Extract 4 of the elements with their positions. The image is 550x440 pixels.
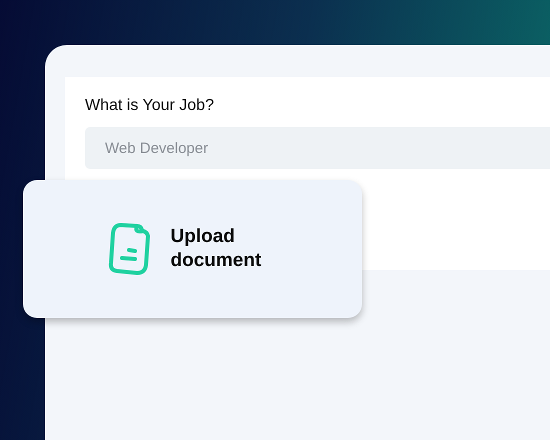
upload-card[interactable]: Upload document bbox=[23, 180, 362, 318]
job-input-field[interactable]: Web Developer bbox=[85, 127, 550, 169]
question-label: What is Your Job? bbox=[85, 97, 215, 115]
upload-label: Upload document bbox=[170, 225, 262, 273]
